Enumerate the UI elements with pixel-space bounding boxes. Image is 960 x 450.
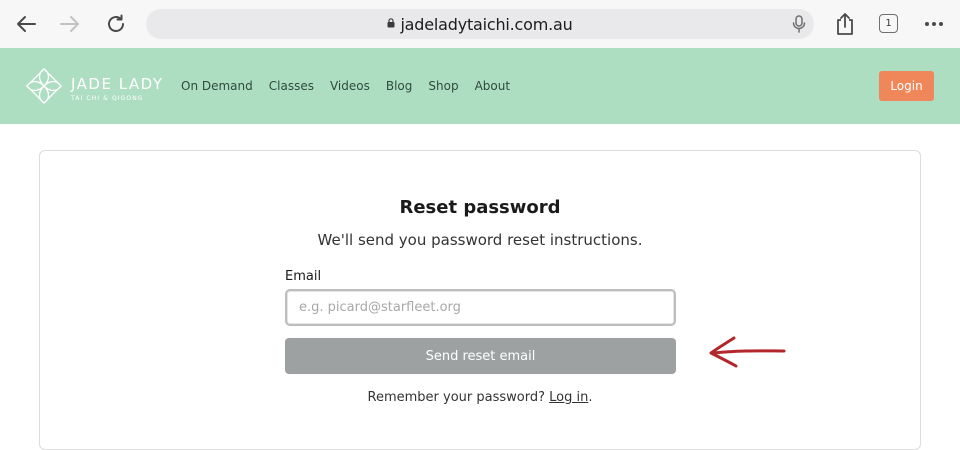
browser-toolbar: jadeladytaichi.com.au 1 bbox=[0, 0, 960, 48]
log-in-link[interactable]: Log in bbox=[549, 390, 588, 405]
url-text: jadeladytaichi.com.au bbox=[400, 14, 573, 34]
address-bar[interactable]: jadeladytaichi.com.au bbox=[146, 9, 814, 39]
nav-about[interactable]: About bbox=[475, 79, 510, 93]
login-button[interactable]: Login bbox=[879, 71, 934, 101]
tabs-button[interactable]: 1 bbox=[879, 14, 898, 33]
email-field[interactable] bbox=[285, 289, 676, 326]
lotus-logo-icon bbox=[25, 67, 63, 110]
email-label: Email bbox=[285, 269, 322, 284]
more-options-icon[interactable] bbox=[920, 10, 948, 38]
main-nav: On Demand Classes Videos Blog Shop About bbox=[181, 79, 526, 93]
site-header: JADE LADY TAI CHI & QIGONG On Demand Cla… bbox=[0, 48, 960, 124]
logo-title: JADE LADY bbox=[71, 74, 164, 93]
nav-on-demand[interactable]: On Demand bbox=[181, 79, 253, 93]
back-icon[interactable] bbox=[12, 10, 40, 38]
nav-blog[interactable]: Blog bbox=[386, 79, 413, 93]
forward-icon[interactable] bbox=[56, 10, 84, 38]
remember-password-text: Remember your password? Log in. bbox=[0, 390, 960, 405]
logo-subtitle: TAI CHI & QIGONG bbox=[71, 94, 144, 102]
nav-classes[interactable]: Classes bbox=[269, 79, 314, 93]
nav-videos[interactable]: Videos bbox=[330, 79, 370, 93]
nav-shop[interactable]: Shop bbox=[428, 79, 458, 93]
page-title: Reset password bbox=[399, 197, 561, 218]
annotation-arrow-icon bbox=[706, 334, 788, 375]
page-subtitle: We'll send you password reset instructio… bbox=[317, 231, 643, 249]
lock-icon bbox=[387, 15, 395, 33]
reload-icon[interactable] bbox=[102, 10, 130, 38]
site-logo[interactable]: JADE LADY TAI CHI & QIGONG bbox=[25, 67, 164, 110]
remember-period: . bbox=[588, 390, 593, 405]
share-icon[interactable] bbox=[831, 10, 859, 38]
microphone-icon[interactable] bbox=[792, 15, 806, 38]
remember-password-prompt: Remember your password? bbox=[367, 390, 545, 405]
send-reset-email-button[interactable]: Send reset email bbox=[285, 338, 676, 374]
